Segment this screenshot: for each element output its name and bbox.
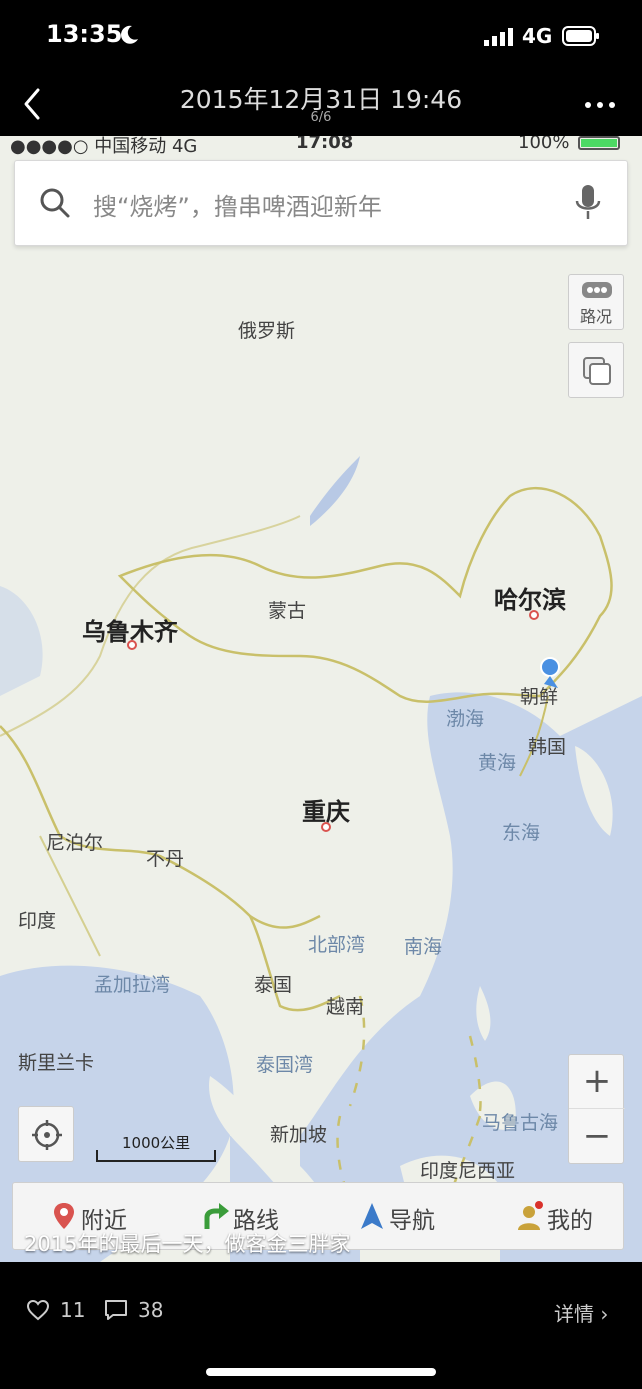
map-label-singapore: 新加坡 bbox=[270, 1124, 328, 1146]
zoom-in-button[interactable]: + bbox=[569, 1055, 625, 1109]
more-options-button[interactable] bbox=[584, 100, 616, 110]
map-label-yellow-sea: 黄海 bbox=[478, 752, 517, 774]
detail-link[interactable]: 详情 › bbox=[554, 1298, 608, 1327]
like-count: 11 bbox=[60, 1298, 86, 1322]
traffic-button[interactable]: 路况 bbox=[568, 274, 624, 330]
map-label-bhutan: 不丹 bbox=[146, 848, 185, 870]
photo-counter: 6/6 bbox=[310, 110, 332, 125]
heart-icon[interactable] bbox=[26, 1298, 50, 1322]
embedded-time: 17:08 bbox=[296, 136, 354, 153]
embedded-phone-status-bar: ●●●●○ 中国移动 4G 17:08 100% bbox=[0, 136, 642, 157]
locate-button[interactable] bbox=[18, 1106, 74, 1162]
detail-label: 详情 bbox=[554, 1302, 594, 1326]
map-label-urumqi: 乌鲁木齐 bbox=[82, 618, 178, 646]
map-label-russia: 俄罗斯 bbox=[238, 320, 296, 342]
map-label-beibu-gulf: 北部湾 bbox=[308, 934, 366, 956]
traffic-label: 路况 bbox=[579, 307, 612, 326]
map-scale-bar bbox=[96, 1150, 216, 1162]
layers-button[interactable] bbox=[568, 342, 624, 398]
search-icon bbox=[40, 188, 70, 218]
map-label-south-sea: 南海 bbox=[404, 936, 443, 958]
chevron-right-icon: › bbox=[600, 1302, 609, 1326]
zoom-control: + − bbox=[568, 1054, 625, 1164]
status-time: 13:35 bbox=[46, 20, 123, 48]
search-placeholder: 搜“烧烤”，撸串啤酒迎新年 bbox=[93, 193, 382, 221]
map-label-south-korea: 韩国 bbox=[528, 736, 567, 758]
traffic-icon bbox=[582, 282, 612, 298]
map-label-mongolia: 蒙古 bbox=[268, 600, 307, 622]
nav-mine-label: 我的 bbox=[547, 1208, 593, 1234]
comment-count: 38 bbox=[138, 1298, 164, 1322]
pin-icon bbox=[54, 1203, 74, 1229]
map-label-harbin: 哈尔滨 bbox=[494, 586, 566, 614]
home-indicator[interactable] bbox=[206, 1368, 436, 1376]
map-label-north-korea: 朝鲜 bbox=[520, 686, 559, 708]
embedded-carrier: ●●●●○ 中国移动 4G bbox=[10, 136, 198, 157]
photo-caption: 2015年的最后一天，做客金三胖家 bbox=[24, 1232, 351, 1256]
navigation-icon bbox=[361, 1203, 383, 1229]
layers-icon bbox=[583, 357, 611, 385]
nav-navigation-label: 导航 bbox=[389, 1208, 435, 1234]
map-label-east-sea: 东海 bbox=[502, 822, 541, 844]
viewer-top-bar: 2015年12月31日 19:46 6/6 bbox=[0, 72, 642, 136]
moon-icon bbox=[121, 25, 138, 44]
map-label-india: 印度 bbox=[18, 910, 57, 932]
map-label-maluku-sea: 马鲁古海 bbox=[482, 1112, 559, 1134]
map-label-bohai: 渤海 bbox=[446, 708, 485, 730]
map-label-bay-of-bengal: 孟加拉湾 bbox=[94, 974, 171, 996]
user-icon bbox=[518, 1201, 543, 1230]
microphone-icon[interactable] bbox=[573, 183, 603, 223]
status-bar: 13:35 4G bbox=[0, 0, 642, 72]
embedded-battery-percent: 100% bbox=[518, 136, 570, 153]
battery-icon bbox=[562, 26, 599, 46]
map-label-chongqing: 重庆 bbox=[302, 798, 350, 826]
map-label-sri-lanka: 斯里兰卡 bbox=[18, 1052, 95, 1074]
map-label-thailand: 泰国 bbox=[254, 974, 293, 996]
map-label-indonesia: 印度尼西亚 bbox=[420, 1160, 516, 1182]
map-label-gulf-of-thailand: 泰国湾 bbox=[256, 1054, 314, 1076]
map-label-vietnam: 越南 bbox=[326, 996, 365, 1018]
network-type: 4G bbox=[522, 24, 553, 48]
map-label-nepal: 尼泊尔 bbox=[46, 832, 104, 854]
crosshair-icon bbox=[32, 1120, 62, 1150]
comment-icon[interactable] bbox=[104, 1298, 128, 1322]
photo-content: ●●●●○ 中国移动 4G 17:08 100% 搜“烧烤”，撸串啤酒迎新年 路… bbox=[0, 136, 642, 1262]
zoom-out-button[interactable]: − bbox=[569, 1110, 625, 1164]
signal-icon bbox=[484, 28, 513, 46]
map-search-box[interactable]: 搜“烧烤”，撸串啤酒迎新年 bbox=[14, 160, 628, 246]
route-icon bbox=[204, 1203, 229, 1229]
embedded-battery-icon bbox=[578, 136, 620, 150]
